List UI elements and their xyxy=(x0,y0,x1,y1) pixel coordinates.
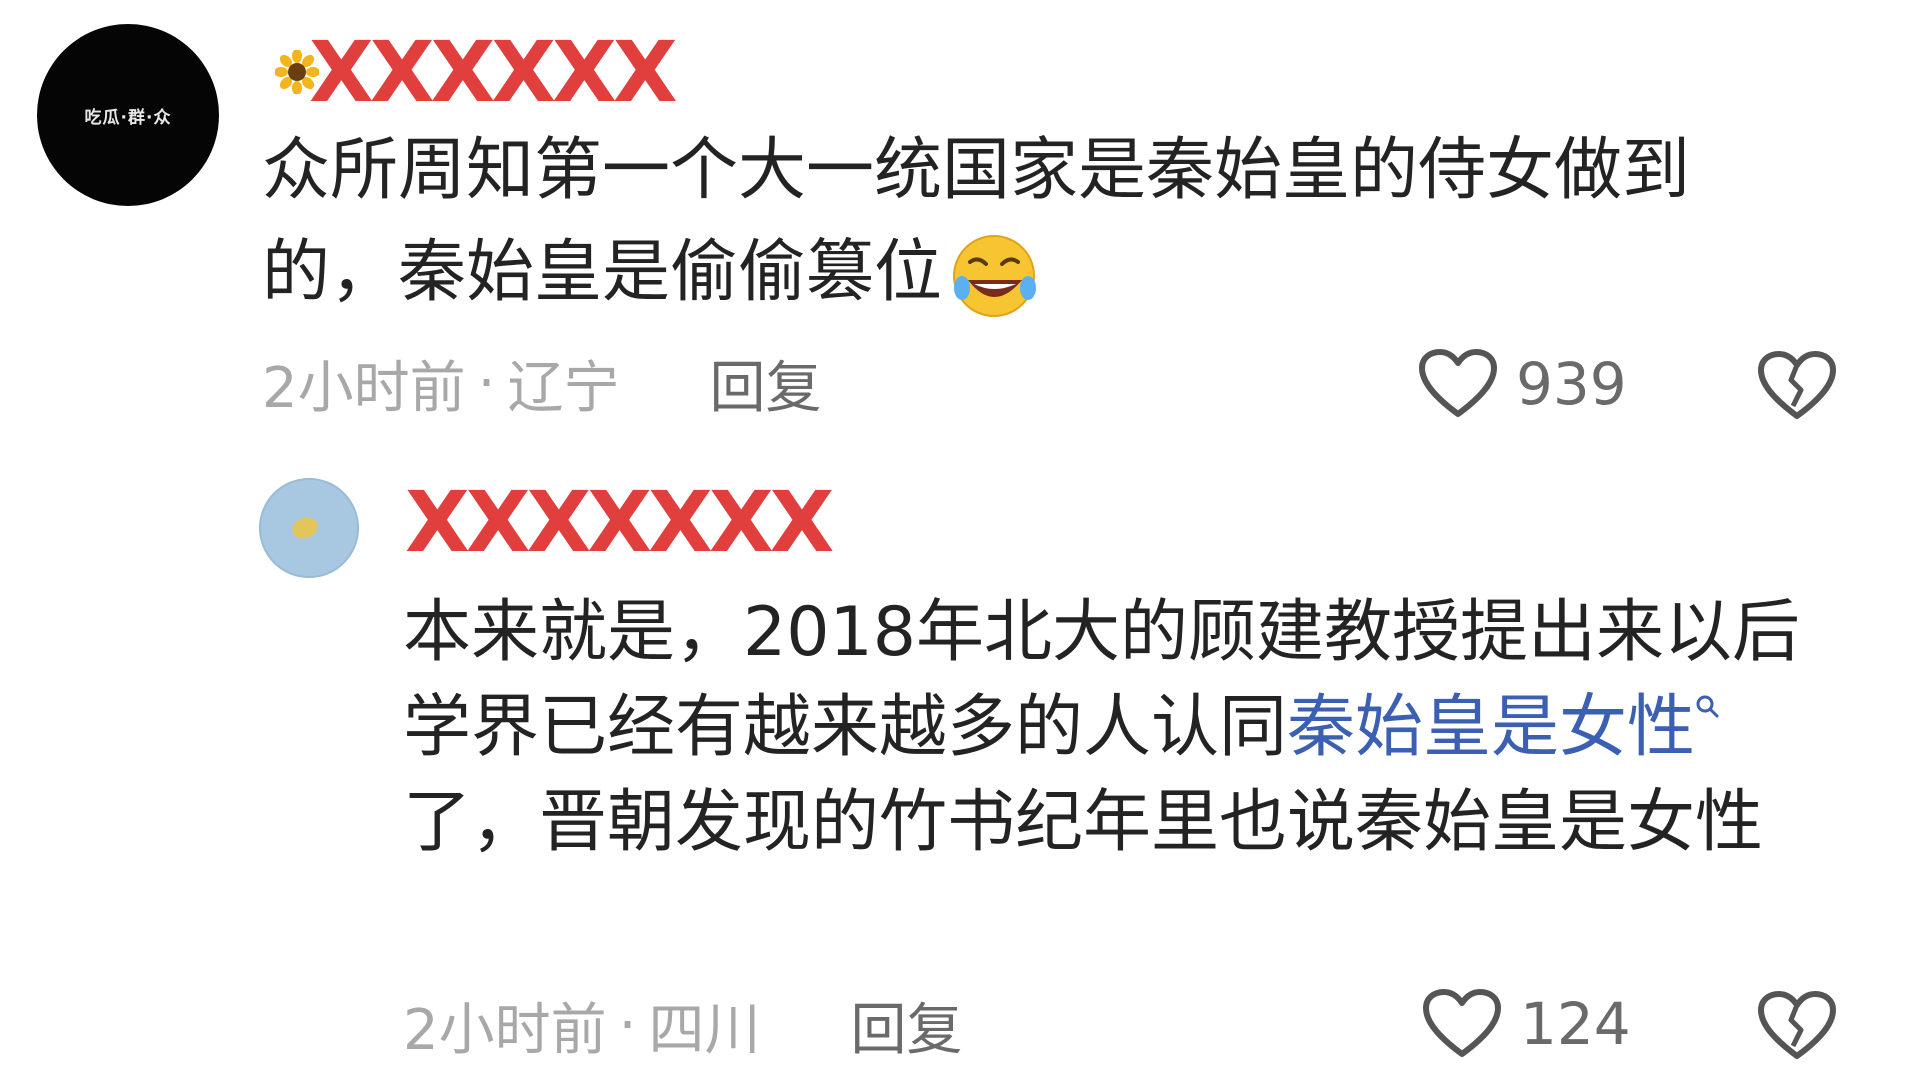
avatar-decoration xyxy=(289,514,321,542)
avatar[interactable]: 吃瓜·群·众 xyxy=(37,24,219,206)
heart-icon xyxy=(1419,349,1497,417)
laughing-emoji-icon xyxy=(953,235,1037,318)
like-count: 939 xyxy=(1516,350,1627,418)
reply-text-after-link: 了，晋朝发现的竹书纪年里也说秦始皇是女性 xyxy=(403,783,1764,862)
heart-icon xyxy=(1423,989,1501,1057)
comment-location: 辽宁 xyxy=(507,355,620,421)
reply-button[interactable]: 回复 xyxy=(709,343,821,424)
comment-meta: 2小时前 · 辽宁 回复 xyxy=(262,348,821,421)
avatar-text: 吃瓜·群·众 xyxy=(84,107,172,128)
meta-separator: · xyxy=(618,992,637,1058)
comment-text: 众所周知第一个大一统国家是秦始皇的侍女做到的，秦始皇是偷偷篡位 xyxy=(262,120,1802,324)
reply-username[interactable]: XXXXXXX xyxy=(405,473,834,571)
reply-meta: 2小时前 · 四川 回复 xyxy=(403,990,962,1063)
sunflower-icon xyxy=(275,50,319,94)
like-button[interactable]: 939 xyxy=(1418,344,1627,424)
username[interactable]: XXXXXX xyxy=(275,23,678,121)
reply-avatar[interactable] xyxy=(259,478,359,578)
like-button[interactable]: 124 xyxy=(1422,984,1631,1064)
search-link[interactable]: 秦始皇是女性 xyxy=(1287,688,1695,767)
comment-time: 2小时前 xyxy=(403,997,607,1063)
broken-heart-icon[interactable] xyxy=(1757,344,1837,424)
comment-time: 2小时前 xyxy=(262,355,466,421)
meta-separator: · xyxy=(477,350,496,416)
username-redacted: XXXXXXX xyxy=(405,473,834,571)
search-icon xyxy=(1696,695,1719,718)
reply-button[interactable]: 回复 xyxy=(850,985,962,1066)
reply-text: 本来就是，2018年北大的顾建教授提出来以后学界已经有越来越多的人认同秦始皇是女… xyxy=(403,585,1853,870)
like-count: 124 xyxy=(1520,990,1631,1058)
comment-location: 四川 xyxy=(648,997,761,1063)
broken-heart-icon[interactable] xyxy=(1757,984,1837,1064)
username-redacted: XXXXXX xyxy=(309,23,678,121)
